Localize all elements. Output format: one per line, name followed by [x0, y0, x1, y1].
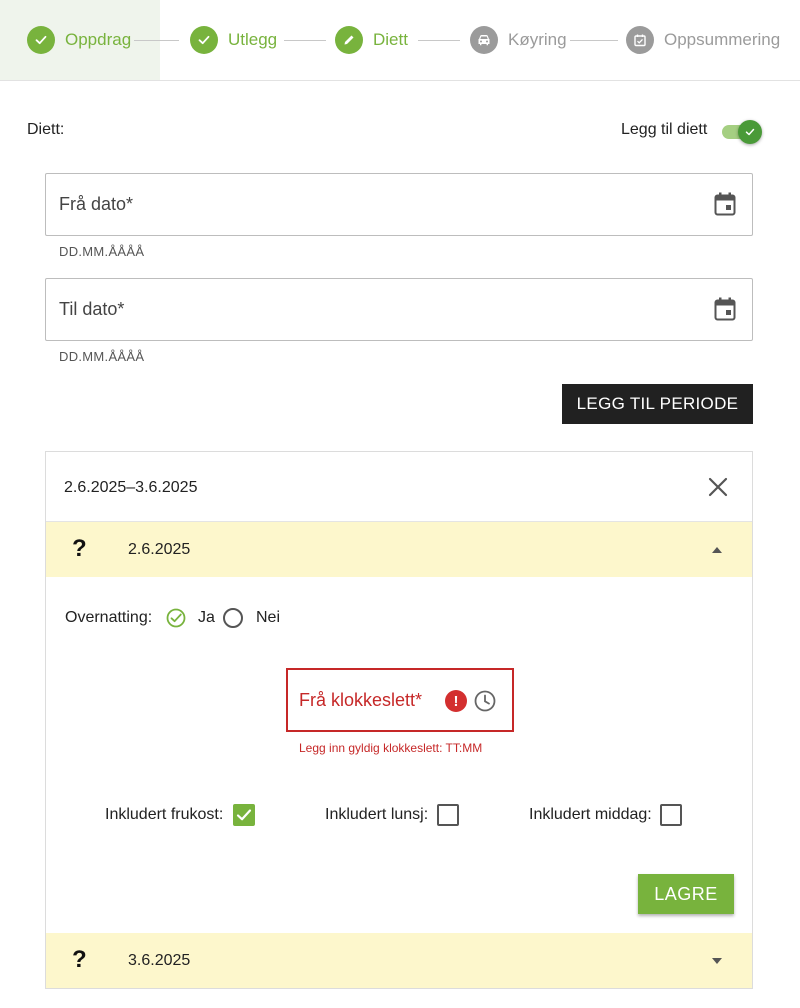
day-date: 3.6.2025	[128, 952, 191, 969]
add-diett-toggle[interactable]	[720, 119, 762, 145]
overnight-yes-label: Ja	[198, 609, 215, 626]
step-oppsummering[interactable]: Oppsummering	[626, 26, 780, 54]
step-oppdrag[interactable]: Oppdrag	[27, 26, 131, 54]
chevron-down-icon[interactable]	[712, 958, 722, 964]
check-circle-icon	[166, 608, 186, 628]
time-error-message: Legg inn gyldig klokkeslett: TT:MM	[299, 741, 483, 755]
overnight-no-label: Nei	[256, 609, 281, 626]
to-date-field[interactable]: Til dato*	[45, 278, 753, 341]
to-date-format-hint: DD.MM.ÅÅÅÅ	[59, 349, 145, 364]
progress-stepper: Oppdrag Utlegg Diett Køyring Oppsummerin…	[0, 0, 800, 81]
step-connector	[570, 40, 618, 41]
day-date: 2.6.2025	[128, 541, 191, 558]
step-connector	[134, 40, 179, 41]
dinner-label: Inkludert middag:	[529, 806, 652, 823]
step-connector	[284, 40, 326, 41]
step-label: Oppdrag	[65, 30, 132, 49]
check-icon	[738, 120, 762, 144]
calendar-icon[interactable]	[714, 297, 736, 321]
add-period-button[interactable]: LEGG TIL PERIODE	[562, 384, 753, 424]
day-row-header[interactable]: ? 2.6.2025	[46, 522, 752, 577]
pencil-icon	[335, 26, 363, 54]
check-icon	[236, 809, 252, 821]
step-diett[interactable]: Diett	[335, 26, 408, 54]
overnight-label: Overnatting:	[65, 609, 153, 626]
breakfast-checkbox[interactable]	[233, 804, 255, 826]
to-date-label: Til dato*	[59, 299, 125, 319]
overnight-yes-radio[interactable]	[166, 608, 186, 628]
from-date-format-hint: DD.MM.ÅÅÅÅ	[59, 244, 145, 259]
step-connector	[418, 40, 460, 41]
step-label: Køyring	[508, 30, 567, 49]
diett-section-label: Diett:	[27, 121, 65, 138]
close-icon[interactable]	[707, 476, 729, 498]
question-icon: ?	[72, 535, 87, 562]
calendar-check-icon	[626, 26, 654, 54]
step-label: Utlegg	[228, 30, 278, 49]
breakfast-label: Inkludert frukost:	[105, 806, 224, 823]
error-icon: !	[445, 690, 467, 712]
from-time-field[interactable]: Frå klokkeslett* !	[286, 668, 514, 732]
chevron-up-icon[interactable]	[712, 547, 722, 553]
lunch-label: Inkludert lunsj:	[325, 806, 429, 823]
lunch-checkbox[interactable]	[437, 804, 459, 826]
from-date-label: Frå dato*	[59, 194, 134, 214]
add-diett-toggle-label: Legg til diett	[621, 121, 708, 138]
car-icon	[470, 26, 498, 54]
check-icon	[27, 26, 55, 54]
clock-icon[interactable]	[474, 690, 496, 712]
step-koyring[interactable]: Køyring	[470, 26, 567, 54]
step-label: Diett	[373, 30, 408, 49]
step-utlegg[interactable]: Utlegg	[190, 26, 277, 54]
step-label: Oppsummering	[664, 30, 781, 49]
period-card-header: 2.6.2025–3.6.2025	[46, 452, 752, 522]
question-icon: ?	[72, 946, 87, 973]
period-card: 2.6.2025–3.6.2025 ? 2.6.2025 Overnatting…	[45, 451, 753, 989]
period-title: 2.6.2025–3.6.2025	[64, 479, 198, 496]
check-icon	[190, 26, 218, 54]
from-date-field[interactable]: Frå dato*	[45, 173, 753, 236]
dinner-checkbox[interactable]	[660, 804, 682, 826]
calendar-icon[interactable]	[714, 192, 736, 216]
save-button[interactable]: LAGRE	[638, 874, 734, 914]
day-row-header[interactable]: ? 3.6.2025	[46, 933, 752, 988]
overnight-no-radio[interactable]	[223, 608, 243, 628]
from-time-label: Frå klokkeslett*	[299, 690, 423, 710]
